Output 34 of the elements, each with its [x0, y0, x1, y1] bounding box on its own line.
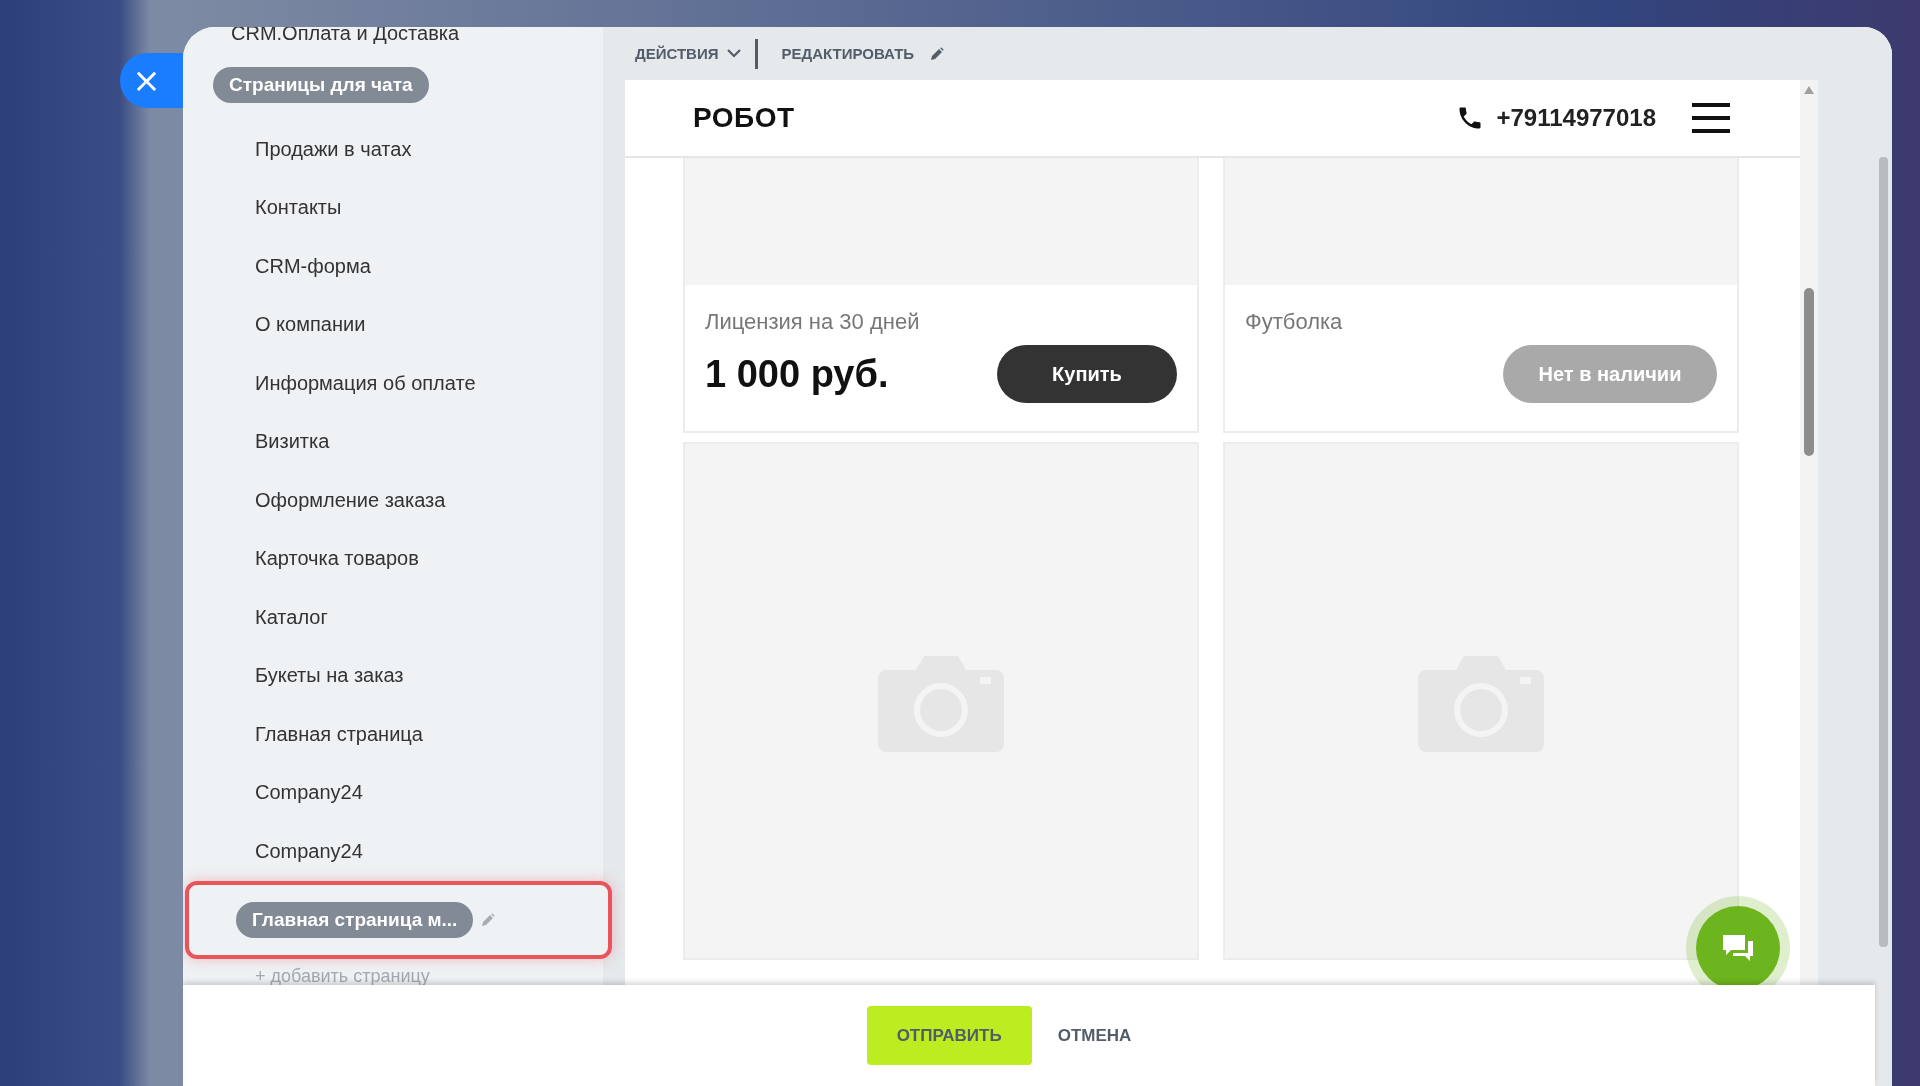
sidebar-item[interactable]: Каталог	[255, 605, 328, 629]
sidebar-item[interactable]: Букеты на заказ	[255, 664, 404, 688]
sidebar-item[interactable]: О компании	[255, 313, 366, 337]
send-button[interactable]: ОТПРАВИТЬ	[866, 1006, 1032, 1065]
chevron-down-icon	[726, 49, 741, 58]
pencil-icon	[930, 46, 945, 61]
scrollbar-thumb[interactable]	[1804, 288, 1814, 456]
sidebar-item[interactable]: Визитка	[255, 430, 330, 454]
sidebar-item[interactable]: Оформление заказа	[255, 488, 446, 512]
sidebar-item[interactable]: Информация об оплате	[255, 371, 476, 395]
site-logo: РОБОТ	[693, 102, 795, 134]
phone-number[interactable]: +79114977018	[1496, 104, 1656, 132]
pencil-icon	[481, 912, 496, 927]
sidebar-item[interactable]: Company24	[255, 839, 363, 863]
scrollbar-thumb[interactable]	[1879, 157, 1888, 947]
product-title: Лицензия на 30 дней	[705, 309, 921, 335]
sidebar-item[interactable]: Главная страница	[255, 722, 423, 746]
sidebar-item[interactable]: Company24	[255, 781, 363, 805]
product-price: 1 000 руб.	[705, 352, 889, 396]
sidebar-item[interactable]: CRM-форма	[255, 254, 371, 278]
chat-bubbles-icon	[1721, 933, 1755, 963]
edit-button[interactable]: РЕДАКТИРОВАТЬ	[771, 45, 955, 62]
cancel-button[interactable]: ОТМЕНА	[1057, 1025, 1132, 1046]
product-title: Футболка	[1245, 309, 1344, 335]
actions-menu[interactable]: ДЕЙСТВИЯ	[625, 45, 751, 62]
sidebar-item[interactable]: Карточка товаров	[255, 547, 419, 571]
buy-button[interactable]: Купить	[997, 345, 1177, 403]
scroll-up-icon	[1804, 86, 1814, 94]
scrollbar[interactable]	[1800, 80, 1818, 985]
chat-button[interactable]	[1696, 906, 1780, 985]
sidebar-item[interactable]: Продажи в чатах	[255, 137, 412, 161]
sidebar-item[interactable]: Контакты	[255, 196, 342, 220]
close-button[interactable]: ×	[120, 53, 183, 108]
menu-icon	[1692, 102, 1730, 134]
